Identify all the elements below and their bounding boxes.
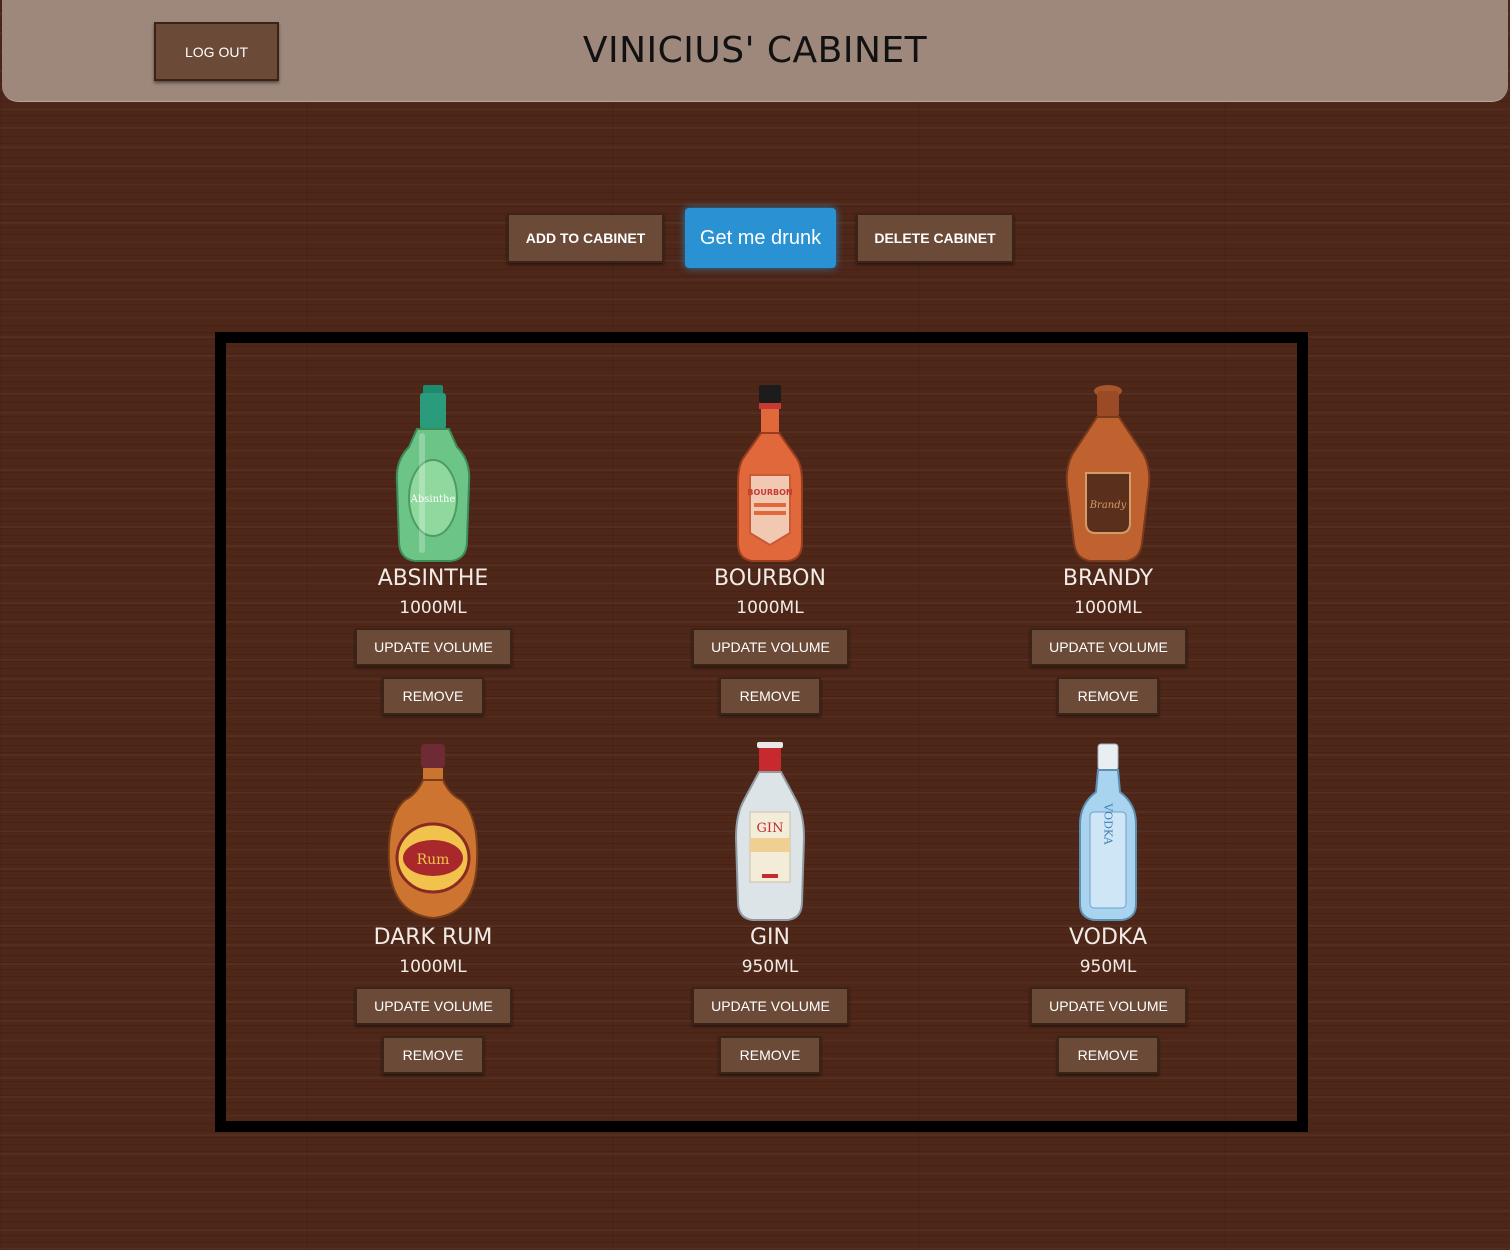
item-volume: 1000ML: [399, 598, 467, 618]
vodka-bottle-icon: VODKA: [1079, 743, 1137, 921]
item-name: ABSINTHE: [377, 566, 489, 591]
cabinet-item: GIN GIN 950ML UPDATE VOLUME REMOVE: [640, 742, 900, 1087]
remove-button[interactable]: REMOVE: [719, 677, 821, 715]
brandy-bottle-icon: Brandy: [1065, 385, 1151, 562]
item-name: GIN: [750, 925, 790, 950]
bourbon-bottle-icon: BOURBON: [737, 385, 803, 562]
gin-bottle-icon: GIN: [734, 742, 806, 921]
cabinet-item: VODKA VODKA 950ML UPDATE VOLUME REMOVE: [978, 742, 1238, 1087]
rum-bottle-icon: Rum: [387, 744, 479, 920]
bottle-label: BOURBON: [747, 488, 792, 497]
bottle-label: Brandy: [1089, 500, 1127, 511]
remove-button[interactable]: REMOVE: [382, 1036, 484, 1074]
bottle-label: VODKA: [1102, 802, 1115, 845]
item-volume: 1000ML: [1074, 598, 1142, 618]
item-name: BRANDY: [1062, 566, 1154, 591]
remove-button[interactable]: REMOVE: [1057, 677, 1159, 715]
update-volume-button[interactable]: UPDATE VOLUME: [355, 628, 512, 666]
item-volume: 950ML: [1079, 957, 1137, 977]
remove-button[interactable]: REMOVE: [719, 1036, 821, 1074]
item-volume: 1000ML: [399, 957, 467, 977]
cabinet-item: Absinthe ABSINTHE 1000ML UPDATE VOLUME R…: [303, 383, 563, 728]
absinthe-bottle-icon: Absinthe: [395, 385, 471, 562]
remove-button[interactable]: REMOVE: [382, 677, 484, 715]
update-volume-button[interactable]: UPDATE VOLUME: [1030, 987, 1187, 1025]
item-volume: 950ML: [741, 957, 799, 977]
update-volume-button[interactable]: UPDATE VOLUME: [692, 987, 849, 1025]
cabinet-grid: Absinthe ABSINTHE 1000ML UPDATE VOLUME R…: [215, 332, 1308, 1132]
update-volume-button[interactable]: UPDATE VOLUME: [692, 628, 849, 666]
cabinet-item: Rum DARK RUM 1000ML UPDATE VOLUME REMOVE: [303, 742, 563, 1087]
add-to-cabinet-button[interactable]: ADD TO CABINET: [507, 213, 664, 263]
update-volume-button[interactable]: UPDATE VOLUME: [355, 987, 512, 1025]
bottle-label: GIN: [757, 821, 784, 836]
item-name: VODKA: [1068, 925, 1147, 950]
item-name: DARK RUM: [373, 925, 493, 950]
update-volume-button[interactable]: UPDATE VOLUME: [1030, 628, 1187, 666]
page-title: VINICIUS' CABINET: [582, 30, 928, 71]
get-me-drunk-button[interactable]: Get me drunk: [685, 208, 836, 268]
bottle-label: Rum: [417, 852, 450, 868]
item-volume: 1000ML: [736, 598, 804, 618]
header-bar: LOG OUT VINICIUS' CABINET: [2, 0, 1508, 102]
bottle-label: Absinthe: [410, 494, 456, 505]
cabinet-item: Brandy BRANDY 1000ML UPDATE VOLUME REMOV…: [978, 383, 1238, 728]
action-bar: ADD TO CABINET Get me drunk DELETE CABIN…: [0, 207, 1510, 269]
item-name: BOURBON: [714, 566, 826, 591]
remove-button[interactable]: REMOVE: [1057, 1036, 1159, 1074]
delete-cabinet-button[interactable]: DELETE CABINET: [856, 213, 1014, 263]
cabinet-item: BOURBON BOURBON 1000ML UPDATE VOLUME REM…: [640, 383, 900, 728]
